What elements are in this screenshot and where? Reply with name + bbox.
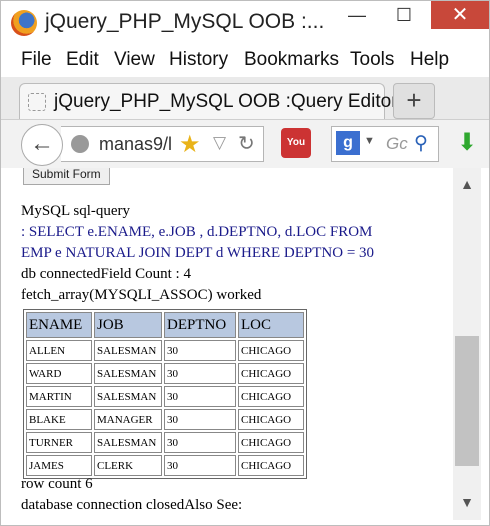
query-line-2: EMP e NATURAL JOIN DEPT d WHERE DEPTNO =… [21,245,375,261]
menu-history[interactable]: History [169,49,228,71]
search-box[interactable]: g ▼ Gc ⚲ [331,126,439,162]
cell-deptno: 30 [164,386,236,407]
url-text[interactable]: manas9/l [99,134,172,155]
globe-icon [71,135,89,153]
results-table: ENAME JOB DEPTNO LOC ALLEN SALESMAN 30 C… [23,309,307,479]
cell-loc: CHICAGO [238,455,304,476]
table-row: TURNER SALESMAN 30 CHICAGO [26,432,304,453]
menu-bookmarks[interactable]: Bookmarks [244,49,339,71]
browser-window: jQuery_PHP_MySQL OOB :... — ☐ ✕ File Edi… [0,0,490,526]
cell-deptno: 30 [164,432,236,453]
download-arrow-icon[interactable]: ⬇ [457,128,477,157]
cell-ename: BLAKE [26,409,92,430]
cell-job: SALESMAN [94,386,162,407]
cell-ename: MARTIN [26,386,92,407]
cell-job: CLERK [94,455,162,476]
cell-deptno: 30 [164,409,236,430]
cell-loc: CHICAGO [238,409,304,430]
cell-loc: CHICAGO [238,386,304,407]
cell-job: MANAGER [94,409,162,430]
header-job: JOB [94,312,162,338]
cell-deptno: 30 [164,455,236,476]
bookmark-star-icon[interactable]: ★ [179,130,201,159]
url-bar[interactable]: manas9/l ★ ▽ ↻ [61,126,264,162]
navigation-bar: manas9/l ★ ▽ ↻ ← You g ▼ Gc ⚲ ⬇ [1,119,489,168]
search-icon[interactable]: ⚲ [414,132,428,155]
cell-loc: CHICAGO [238,432,304,453]
window-title: jQuery_PHP_MySQL OOB :... [45,10,325,33]
header-deptno: DEPTNO [164,312,236,338]
menu-file[interactable]: File [21,49,52,71]
page-content: Submit Form MySQL sql-query : SELECT e.E… [11,168,453,520]
sql-heading: MySQL sql-query [21,203,131,219]
youtube-icon[interactable]: You [281,128,311,158]
scroll-down-icon[interactable]: ▼ [453,494,481,510]
cell-job: SALESMAN [94,363,162,384]
cell-deptno: 30 [164,363,236,384]
new-tab-button[interactable]: + [393,83,435,119]
url-dropdown-icon[interactable]: ▽ [213,133,226,153]
back-button[interactable]: ← [21,124,63,166]
fetch-status: fetch_array(MYSQLI_ASSOC) worked [21,287,262,303]
connection-closed: database connection closedAlso See: [21,497,243,513]
tab-label: jQuery_PHP_MySQL OOB :Query Editor [54,91,398,112]
table-row: WARD SALESMAN 30 CHICAGO [26,363,304,384]
table-row: BLAKE MANAGER 30 CHICAGO [26,409,304,430]
page-favicon-icon [28,93,46,111]
firefox-logo-icon [11,10,37,36]
table-header-row: ENAME JOB DEPTNO LOC [26,312,304,338]
cell-ename: WARD [26,363,92,384]
close-button[interactable]: ✕ [431,1,489,29]
cell-ename: ALLEN [26,340,92,361]
scroll-up-icon[interactable]: ▲ [453,176,481,192]
cell-ename: TURNER [26,432,92,453]
db-status: db connectedField Count : 4 [21,266,191,282]
maximize-button[interactable]: ☐ [381,1,427,29]
tab-strip: jQuery_PHP_MySQL OOB :Query Editor + [1,77,489,120]
table-row: JAMES CLERK 30 CHICAGO [26,455,304,476]
cell-ename: JAMES [26,455,92,476]
tab-query-editor[interactable]: jQuery_PHP_MySQL OOB :Query Editor [19,83,398,120]
scrollbar-thumb[interactable] [455,336,479,466]
cell-job: SALESMAN [94,432,162,453]
menu-bar: File Edit View History Bookmarks Tools H… [1,49,489,75]
cell-job: SALESMAN [94,340,162,361]
reload-icon[interactable]: ↻ [238,131,255,156]
search-placeholder[interactable]: Gc [386,134,408,154]
table-row: ALLEN SALESMAN 30 CHICAGO [26,340,304,361]
cell-loc: CHICAGO [238,363,304,384]
menu-view[interactable]: View [114,49,155,71]
menu-help[interactable]: Help [410,49,449,71]
minimize-button[interactable]: — [334,1,380,29]
menu-edit[interactable]: Edit [66,49,99,71]
header-loc: LOC [238,312,304,338]
vertical-scrollbar[interactable]: ▲ ▼ [453,168,481,520]
menu-tools[interactable]: Tools [350,49,394,71]
title-bar: jQuery_PHP_MySQL OOB :... — ☐ ✕ [1,1,489,45]
google-icon[interactable]: g [336,131,360,155]
header-ename: ENAME [26,312,92,338]
search-engine-dropdown-icon[interactable]: ▼ [364,135,375,147]
cell-loc: CHICAGO [238,340,304,361]
table-row: MARTIN SALESMAN 30 CHICAGO [26,386,304,407]
submit-form-button[interactable]: Submit Form [23,168,110,185]
row-count: row count 6 [21,476,93,492]
cell-deptno: 30 [164,340,236,361]
query-line-1: : SELECT e.ENAME, e.JOB , d.DEPTNO, d.LO… [21,224,373,240]
